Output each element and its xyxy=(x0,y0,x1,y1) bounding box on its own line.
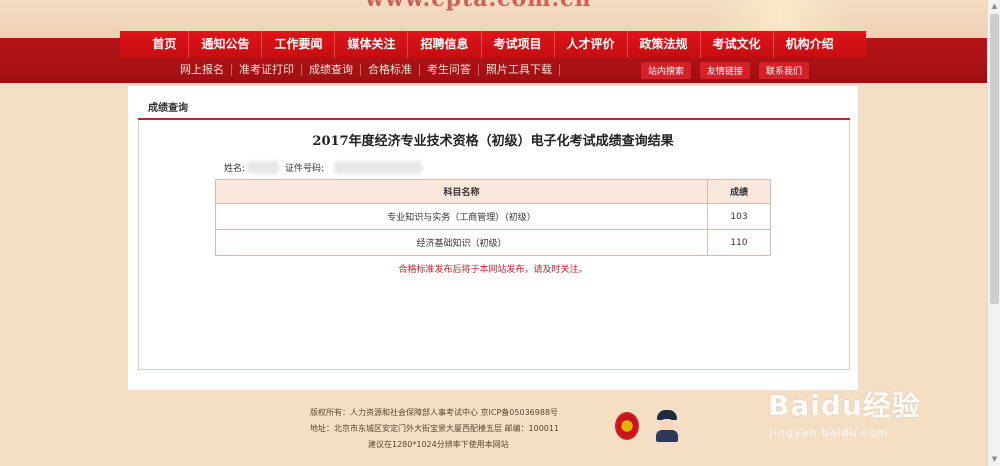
name-value-redacted xyxy=(247,161,280,174)
footer-address: 地址：北京市东城区安定门外大街宝景大厦西配楼五层 邮编：100011 xyxy=(310,424,560,433)
banner-url: www.cpta.com.cn xyxy=(365,0,592,12)
baidu-jingyan-watermark: Baidu经验 jingyan.baidu.com xyxy=(768,382,958,452)
scroll-up-arrow-icon[interactable]: ▲ xyxy=(990,2,999,11)
banner-decoration xyxy=(710,0,850,30)
footer-resolution-note: 建议在1280*1024分辨率下使用本网站 xyxy=(368,440,509,449)
id-number-redacted xyxy=(334,161,423,174)
id-number-label: 证件号码: xyxy=(285,164,325,174)
score-cell: 110 xyxy=(707,229,771,256)
subject-cell: 经济基础知识（初级） xyxy=(215,229,708,256)
site-search-button[interactable]: 站内搜索 xyxy=(640,61,691,79)
nav-item-home[interactable]: 首页 xyxy=(140,31,190,58)
score-query-panel: 成绩查询 2017年度经济专业技术资格（初级）电子化考试成绩查询结果 姓名: 证… xyxy=(128,86,858,390)
police-body xyxy=(656,430,678,442)
name-label: 姓名: xyxy=(224,164,246,174)
sub-nav-faq[interactable]: 考生问答 xyxy=(420,64,479,76)
nav-item-recruitment[interactable]: 招聘信息 xyxy=(408,31,482,58)
party-emblem-icon[interactable] xyxy=(615,412,639,440)
column-header-subject: 科目名称 xyxy=(215,179,708,204)
main-nav: 首页 通知公告 工作要闻 媒体关注 招聘信息 考试项目 人才评价 政策法规 考试… xyxy=(120,31,866,58)
nav-item-media[interactable]: 媒体关注 xyxy=(335,31,409,58)
panel-title: 成绩查询 xyxy=(148,103,188,114)
score-cell: 103 xyxy=(707,203,771,230)
table-row: 经济基础知识（初级） 110 xyxy=(215,229,771,256)
nav-item-about[interactable]: 机构介绍 xyxy=(774,31,846,58)
subject-cell: 专业知识与实务（工商管理）（初级） xyxy=(215,203,708,230)
sub-nav-pass-standard[interactable]: 合格标准 xyxy=(361,64,420,76)
watermark-url: jingyan.baidu.com xyxy=(770,426,889,439)
nav-item-notices[interactable]: 通知公告 xyxy=(189,31,263,58)
watermark-brand: Baidu经验 xyxy=(768,389,921,422)
nav-item-exams[interactable]: 考试项目 xyxy=(482,31,555,58)
footer-copyright: 版权所有：人力资源和社会保障部人事考试中心 京ICP备05036988号 xyxy=(310,408,559,417)
table-row: 专业知识与实务（工商管理）（初级） 103 xyxy=(215,203,771,230)
sub-nav-registration[interactable]: 网上报名 xyxy=(173,64,232,76)
nav-item-culture[interactable]: 考试文化 xyxy=(701,31,774,58)
scroll-down-arrow-icon[interactable]: ▼ xyxy=(990,455,999,464)
sub-nav: 网上报名 准考证打印 成绩查询 合格标准 考生问答 照片工具下载 站内搜索 友情… xyxy=(120,58,866,82)
pass-standard-notice: 合格标准发布后将于本网站发布，请及时关注。 xyxy=(398,265,588,275)
police-face xyxy=(660,419,674,430)
scroll-thumb[interactable] xyxy=(990,14,999,304)
result-title: 2017年度经济专业技术资格（初级）电子化考试成绩查询结果 xyxy=(312,134,674,149)
sub-nav-score-query[interactable]: 成绩查询 xyxy=(302,64,361,76)
nav-item-policy[interactable]: 政策法规 xyxy=(628,31,701,58)
candidate-info: 姓名: 证件号码: xyxy=(224,161,423,174)
friend-links-button[interactable]: 友情链接 xyxy=(699,61,750,79)
nav-item-talent[interactable]: 人才评价 xyxy=(555,31,628,58)
police-badge-icon[interactable] xyxy=(654,410,680,442)
nav-item-news[interactable]: 工作要闻 xyxy=(262,31,336,58)
contact-us-button[interactable]: 联系我们 xyxy=(758,61,809,79)
table-header-row: 科目名称 成绩 xyxy=(215,179,771,204)
vertical-scrollbar[interactable]: ▲ ▼ xyxy=(987,0,1000,466)
sub-nav-admission-ticket[interactable]: 准考证打印 xyxy=(232,64,302,76)
score-table: 科目名称 成绩 专业知识与实务（工商管理）（初级） 103 经济基础知识（初级）… xyxy=(215,179,771,256)
column-header-score: 成绩 xyxy=(707,179,771,204)
sub-nav-photo-tool[interactable]: 照片工具下载 xyxy=(479,64,560,76)
